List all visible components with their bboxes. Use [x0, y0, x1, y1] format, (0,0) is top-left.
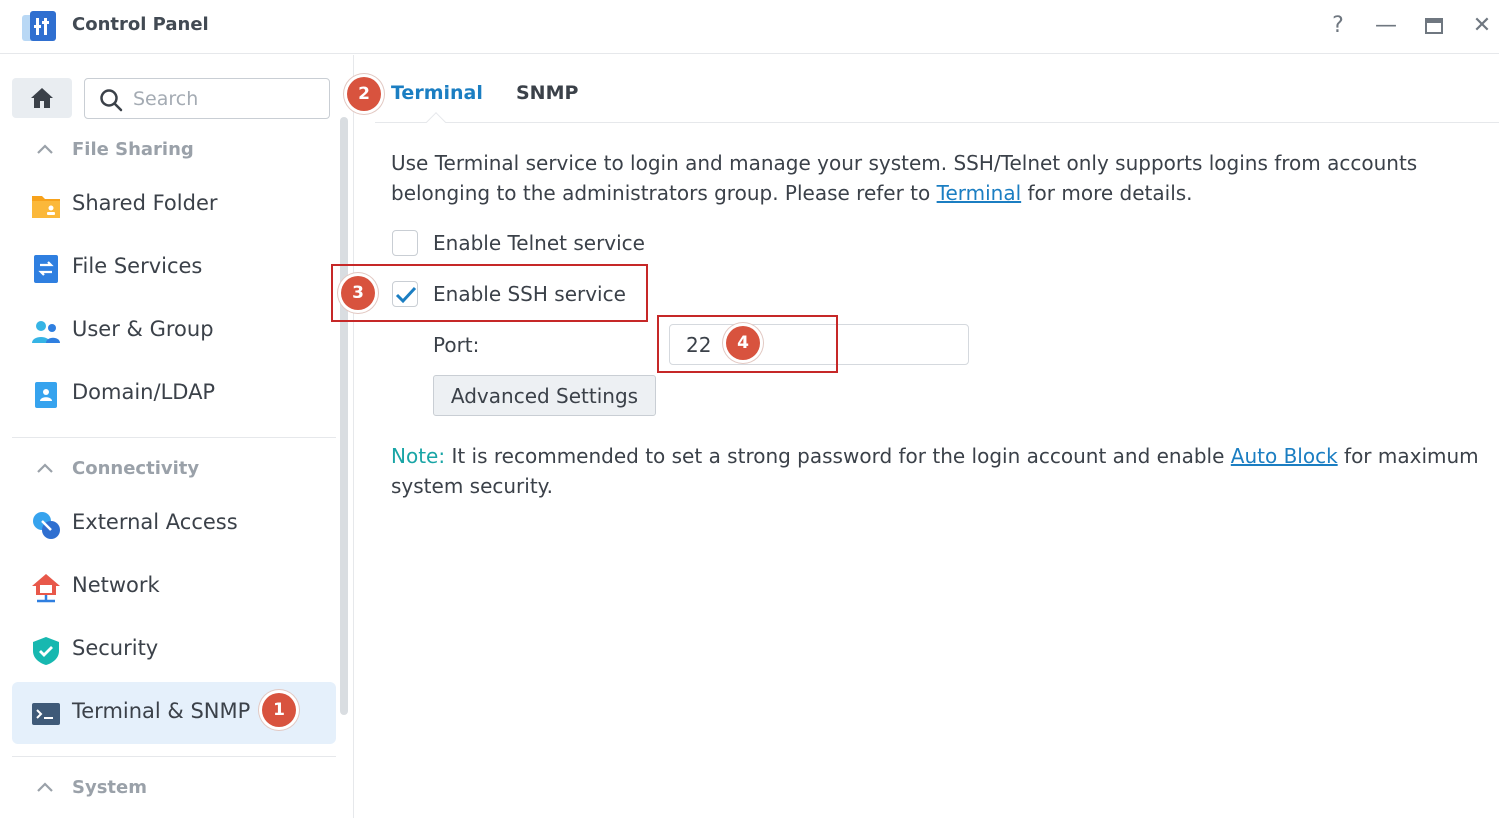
- step-badge-3: 3: [341, 276, 375, 310]
- control-panel-icon: [22, 11, 56, 41]
- section-label: System: [72, 777, 147, 798]
- tab-terminal[interactable]: Terminal: [391, 82, 483, 104]
- sidebar-item-label: User & Group: [72, 317, 214, 341]
- sidebar-item-external-access[interactable]: External Access: [12, 493, 336, 555]
- window-title: Control Panel: [72, 14, 209, 35]
- active-tab-indicator: [426, 112, 446, 132]
- description-text-end: for more details.: [1027, 181, 1193, 205]
- help-button[interactable]: ?: [1324, 12, 1352, 40]
- chevron-up-icon: [36, 459, 60, 478]
- sidebar-item-label: Network: [72, 573, 160, 597]
- sidebar-item-label: External Access: [72, 510, 238, 534]
- sidebar-item-label: File Services: [72, 254, 203, 278]
- search-input[interactable]: [133, 86, 318, 112]
- sidebar-item-user-group[interactable]: User & Group: [12, 300, 336, 362]
- telnet-label: Enable Telnet service: [433, 231, 645, 255]
- step-badge-1: 1: [262, 693, 296, 727]
- search-icon: [100, 89, 123, 112]
- sidebar-divider: [12, 437, 336, 438]
- sidebar-divider: [12, 756, 336, 757]
- maximize-button[interactable]: [1420, 12, 1448, 40]
- highlight-box-ssh: [331, 264, 648, 322]
- note-text: It is recommended to set a strong passwo…: [451, 444, 1225, 468]
- chevron-up-icon: [36, 778, 60, 797]
- terminal-description: Use Terminal service to login and manage…: [391, 148, 1471, 208]
- section-label: File Sharing: [72, 139, 194, 160]
- users-icon: [32, 321, 60, 343]
- telnet-checkbox[interactable]: [392, 230, 418, 256]
- sidebar-item-domain-ldap[interactable]: Domain/LDAP: [12, 363, 336, 425]
- domain-icon: [35, 382, 57, 408]
- advanced-settings-button[interactable]: Advanced Settings: [433, 375, 656, 416]
- sidebar-item-label: Domain/LDAP: [72, 380, 216, 404]
- home-icon: [31, 88, 53, 108]
- sidebar-item-label: Terminal & SNMP: [72, 699, 251, 723]
- file-services-icon: [34, 255, 58, 283]
- sidebar-item-security[interactable]: Security: [12, 619, 336, 681]
- chevron-up-icon: [36, 140, 60, 159]
- step-badge-4: 4: [726, 326, 760, 360]
- search-box[interactable]: [84, 78, 330, 119]
- port-label: Port:: [433, 333, 480, 357]
- terminal-help-link[interactable]: Terminal: [937, 181, 1022, 205]
- home-button[interactable]: [12, 78, 72, 118]
- external-access-icon: [33, 512, 60, 539]
- sidebar-item-file-services[interactable]: File Services: [12, 237, 336, 299]
- step-badge-2: 2: [347, 77, 381, 111]
- sidebar-item-label: Security: [72, 636, 159, 660]
- tab-snmp[interactable]: SNMP: [516, 82, 578, 104]
- sidebar-scrollbar[interactable]: [340, 117, 348, 715]
- security-note: Note: It is recommended to set a strong …: [391, 441, 1481, 501]
- section-system[interactable]: System: [36, 777, 147, 801]
- sidebar-item-shared-folder[interactable]: Shared Folder: [12, 174, 336, 236]
- title-bar: Control Panel ? — ✕: [0, 0, 1499, 54]
- sidebar: File Sharing Shared Folder File Services…: [0, 55, 354, 818]
- sidebar-item-label: Shared Folder: [72, 191, 218, 215]
- section-file-sharing[interactable]: File Sharing: [36, 139, 194, 163]
- section-label: Connectivity: [72, 458, 200, 479]
- network-icon: [32, 574, 60, 603]
- maximize-icon: [1425, 18, 1443, 34]
- tab-bar: Terminal SNMP: [375, 55, 1499, 132]
- minimize-button[interactable]: —: [1372, 12, 1400, 40]
- note-label: Note:: [391, 444, 446, 468]
- auto-block-link[interactable]: Auto Block: [1231, 444, 1338, 468]
- section-connectivity[interactable]: Connectivity: [36, 458, 199, 482]
- terminal-icon: [32, 703, 60, 725]
- close-button[interactable]: ✕: [1468, 12, 1496, 40]
- description-text: Use Terminal service to login and manage…: [391, 151, 1418, 205]
- sidebar-item-network[interactable]: Network: [12, 556, 336, 618]
- shield-icon: [33, 637, 59, 665]
- folder-icon: [32, 196, 60, 218]
